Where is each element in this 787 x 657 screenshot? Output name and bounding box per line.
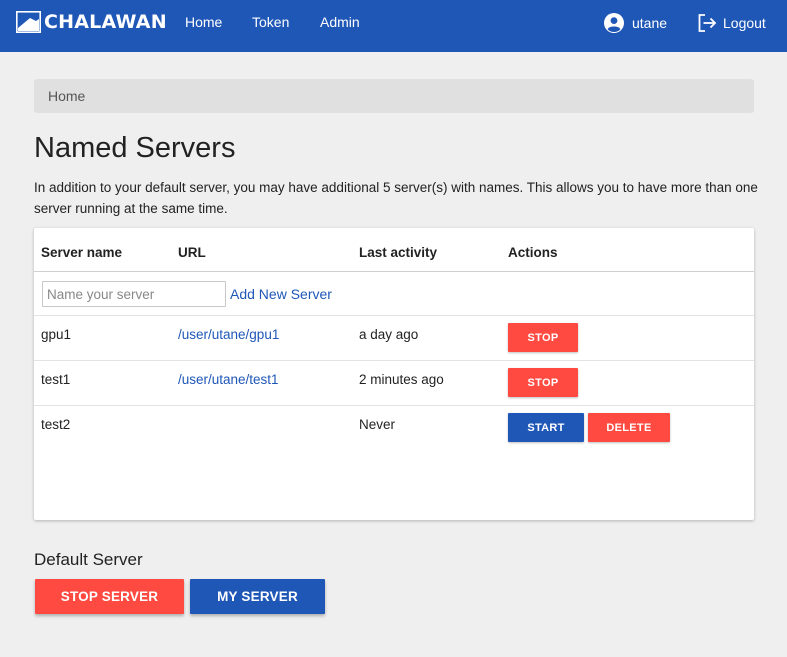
server-url-link[interactable]: /user/utane/test1 [178, 372, 279, 387]
table-header: Server name URL Last activity Actions [34, 228, 754, 272]
brand[interactable]: CHALAWAN [16, 10, 167, 34]
nav-user-label: utane [632, 15, 668, 31]
server-url-link[interactable]: /user/utane/gpu1 [178, 327, 279, 342]
delete-button[interactable]: DELETE [588, 413, 670, 442]
stop-server-button[interactable]: STOP SERVER [35, 579, 184, 614]
table-row: test2 Never START DELETE [34, 406, 754, 520]
page-title: Named Servers [34, 132, 236, 164]
server-last-activity: 2 minutes ago [359, 372, 444, 387]
server-name-input[interactable] [42, 281, 226, 307]
stop-button[interactable]: STOP [508, 323, 578, 352]
server-name: test2 [41, 417, 71, 432]
header-url: URL [178, 245, 206, 260]
navbar: CHALAWAN Home Token Admin utane Logout [0, 0, 787, 52]
default-server-title: Default Server [34, 550, 143, 569]
new-server-row: Add New Server [34, 272, 754, 316]
page-description: In addition to your default server, you … [34, 180, 758, 216]
table-row: test1 /user/utane/test1 2 minutes ago ST… [34, 361, 754, 406]
server-last-activity: a day ago [359, 327, 419, 342]
nav-home[interactable]: Home [185, 14, 222, 30]
chalawan-logo-icon [16, 11, 41, 33]
header-server-name: Server name [41, 245, 123, 260]
header-last-activity: Last activity [359, 245, 438, 260]
brand-name: CHALAWAN [44, 11, 167, 33]
breadcrumb-home[interactable]: Home [48, 88, 85, 104]
add-new-server-link[interactable]: Add New Server [230, 286, 332, 302]
stop-button[interactable]: STOP [508, 368, 578, 397]
breadcrumb: Home [34, 79, 754, 113]
logout-label: Logout [723, 15, 766, 31]
my-server-button[interactable]: MY SERVER [190, 579, 325, 614]
logout-icon [698, 14, 717, 32]
nav-admin[interactable]: Admin [320, 14, 360, 30]
table-row: gpu1 /user/utane/gpu1 a day ago STOP [34, 316, 754, 361]
user-circle-icon [604, 13, 624, 33]
header-actions: Actions [508, 245, 558, 260]
named-servers-table: Server name URL Last activity Actions Ad… [34, 228, 754, 520]
server-last-activity: Never [359, 417, 396, 432]
nav-user[interactable]: utane [604, 13, 667, 33]
server-name: test1 [41, 372, 71, 387]
nav-token[interactable]: Token [252, 14, 289, 30]
logout-button[interactable]: Logout [697, 13, 766, 33]
start-button[interactable]: START [508, 413, 584, 442]
server-name: gpu1 [41, 327, 72, 342]
